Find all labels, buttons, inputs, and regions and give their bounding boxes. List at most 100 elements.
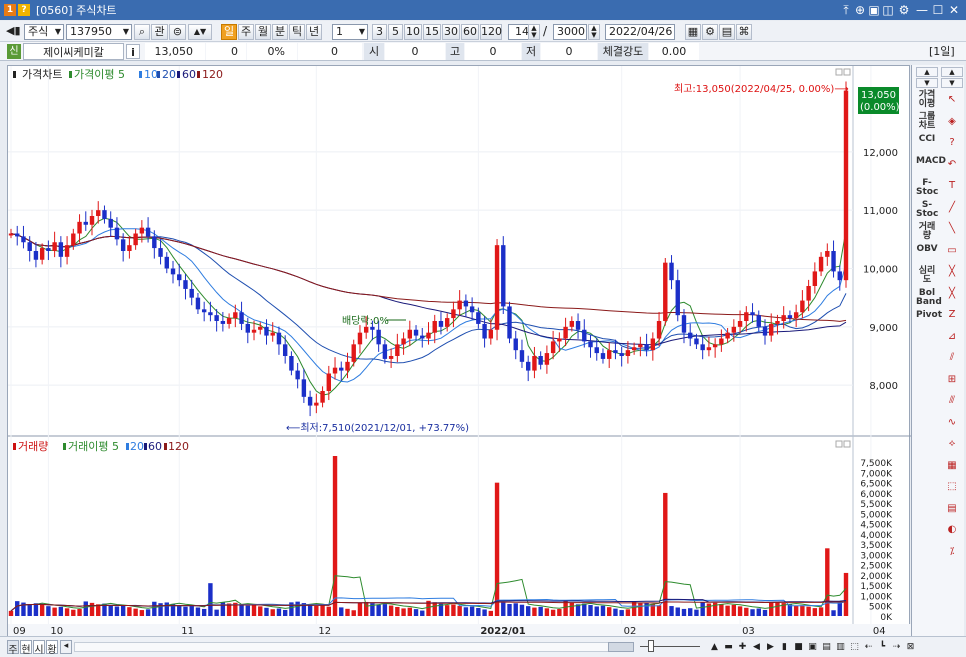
nav-button-icon-1[interactable]: ▬: [722, 640, 735, 654]
spinner-icon[interactable]: ▲▼: [188, 24, 212, 40]
indicator-8[interactable]: 심리도: [916, 267, 938, 287]
drawing-tool-icon-2[interactable]: ?: [942, 134, 962, 151]
nav-button-icon-5[interactable]: ▮: [778, 640, 791, 654]
drawing-tool-icon-21[interactable]: ⁒: [942, 543, 962, 560]
indicator-2[interactable]: CCI: [916, 135, 938, 155]
tab-hyeon[interactable]: 현: [20, 640, 32, 656]
nav-button-icon-14[interactable]: ⊠: [904, 640, 917, 654]
interval-15[interactable]: 15: [423, 24, 441, 40]
drawing-tool-icon-19[interactable]: ▤: [942, 500, 962, 517]
drawing-tool-icon-5[interactable]: ╱: [942, 199, 962, 216]
tools-icon[interactable]: ⌘: [736, 24, 752, 40]
interval-60[interactable]: 60: [461, 24, 479, 40]
minimize-icon[interactable]: —: [914, 1, 930, 19]
indicator-5[interactable]: S-Stoc: [916, 201, 938, 221]
drawing-tool-icon-12[interactable]: ⫽: [942, 349, 962, 366]
gear-icon[interactable]: ⚙: [702, 24, 718, 40]
drawing-tool-icon-15[interactable]: ∿: [942, 414, 962, 431]
market-select[interactable]: 주식 ▼: [24, 24, 64, 40]
period-year[interactable]: 년: [306, 24, 322, 40]
indicator-9[interactable]: Bol Band: [916, 289, 942, 309]
indicator-6[interactable]: 거래량: [916, 223, 938, 243]
nav-button-icon-7[interactable]: ▣: [806, 640, 819, 654]
tab-si[interactable]: 시: [33, 640, 45, 656]
nav-button-icon-3[interactable]: ◀: [750, 640, 763, 654]
zoom-handle[interactable]: [648, 640, 654, 652]
gwan-button[interactable]: 관: [151, 24, 168, 40]
help-logo[interactable]: ?: [18, 4, 30, 16]
period-week[interactable]: 주: [238, 24, 254, 40]
drawing-tool-icon-17[interactable]: ▦: [942, 457, 962, 474]
info-button[interactable]: i: [126, 44, 140, 59]
indicator-0[interactable]: 가격이평: [916, 91, 938, 111]
indicator-4[interactable]: F-Stoc: [916, 179, 938, 199]
scroll-up-icon[interactable]: ▲: [916, 67, 938, 77]
stock-name[interactable]: 제이씨케미칼: [23, 43, 124, 60]
nav-button-icon-9[interactable]: ▥: [834, 640, 847, 654]
scroll-thumb[interactable]: [608, 642, 634, 652]
drawing-tool-icon-3[interactable]: ↶: [942, 156, 962, 173]
nav-button-icon-11[interactable]: ⇠: [862, 640, 875, 654]
drawing-tool-icon-8[interactable]: ╳: [942, 263, 962, 280]
nav-button-icon-0[interactable]: ▲: [708, 640, 721, 654]
nav-button-icon-6[interactable]: ■: [792, 640, 805, 654]
nav-button-icon-4[interactable]: ▶: [764, 640, 777, 654]
drawing-tool-icon-13[interactable]: ⊞: [942, 371, 962, 388]
date-select[interactable]: 2022/04/26▼: [605, 24, 675, 50]
interval-10[interactable]: 10: [404, 24, 422, 40]
nav-button-icon-12[interactable]: ┗: [876, 640, 889, 654]
drawing-tool-icon-20[interactable]: ◐: [942, 521, 962, 538]
print-icon[interactable]: ▤: [719, 24, 735, 40]
stock-code-input[interactable]: 137950 ▼: [66, 24, 132, 40]
drawing-tool-icon-18[interactable]: ⬚: [942, 478, 962, 495]
settings-icon[interactable]: ⚙: [896, 1, 912, 19]
drawing-tool-icon-7[interactable]: ▭: [942, 242, 962, 259]
interval-5[interactable]: 5: [388, 24, 403, 40]
maximize-icon[interactable]: ☐: [930, 1, 946, 19]
nav-button-icon-10[interactable]: ⬚: [848, 640, 861, 654]
tool-scroll-down-icon[interactable]: ▼: [941, 78, 963, 88]
indicator-7[interactable]: OBV: [916, 245, 938, 265]
drawing-tool-icon-14[interactable]: ⫻: [942, 392, 962, 409]
interval-select[interactable]: 1 ▼: [332, 24, 368, 40]
drawing-tool-icon-10[interactable]: Z: [942, 306, 962, 323]
search-icon[interactable]: ⌕: [134, 24, 150, 40]
nav-button-icon-13[interactable]: ⇢: [890, 640, 903, 654]
indicator-3[interactable]: MACD: [916, 157, 946, 177]
period-tick[interactable]: 틱: [289, 24, 305, 40]
indicator-10[interactable]: Pivot: [916, 311, 942, 331]
period-day[interactable]: 일: [221, 24, 237, 40]
indicator-1[interactable]: 그룹차트: [916, 113, 938, 133]
drawing-tool-icon-0[interactable]: ↖: [942, 91, 962, 108]
alert-icon[interactable]: ⊜: [169, 24, 186, 40]
interval-30[interactable]: 30: [442, 24, 460, 40]
drawing-tool-icon-1[interactable]: ◈: [942, 113, 962, 130]
interval-3[interactable]: 3: [372, 24, 387, 40]
bar-count-stepper[interactable]: ▲ ▼: [528, 24, 540, 40]
close-icon[interactable]: ✕: [946, 1, 962, 19]
candle: [837, 271, 842, 281]
horizontal-scrollbar[interactable]: [74, 642, 634, 652]
speaker-icon[interactable]: ◀▮: [6, 24, 21, 37]
total-count-stepper[interactable]: ▲ ▼: [588, 24, 600, 40]
total-count-input[interactable]: 3000: [553, 24, 587, 40]
drawing-tool-icon-9[interactable]: ╳: [942, 285, 962, 302]
chart-area[interactable]: 8,000 9,000 10,000 11,000 12,000 0K 500K 1,000…: [7, 65, 911, 637]
interval-120[interactable]: 120: [480, 24, 502, 40]
copy-icon[interactable]: ◫: [880, 1, 896, 19]
tab-hwang[interactable]: 황: [46, 640, 58, 656]
period-minute[interactable]: 분: [272, 24, 288, 40]
period-month[interactable]: 월: [255, 24, 271, 40]
drawing-tool-icon-11[interactable]: ⊿: [942, 328, 962, 345]
scroll-left-icon[interactable]: ◂: [60, 640, 72, 654]
chart-type-icon[interactable]: ▦: [685, 24, 701, 40]
tool-scroll-up-icon[interactable]: ▲: [941, 67, 963, 77]
tab-ju[interactable]: 주: [7, 640, 19, 656]
chart-svg[interactable]: 8,000 9,000 10,000 11,000 12,000 0K500K1,000…: [8, 66, 911, 637]
nav-button-icon-2[interactable]: ✚: [736, 640, 749, 654]
drawing-tool-icon-6[interactable]: ╲: [942, 220, 962, 237]
scroll-down-icon[interactable]: ▼: [916, 78, 938, 88]
drawing-tool-icon-16[interactable]: ⟡: [942, 435, 962, 452]
nav-button-icon-8[interactable]: ▤: [820, 640, 833, 654]
drawing-tool-icon-4[interactable]: T: [942, 177, 962, 194]
